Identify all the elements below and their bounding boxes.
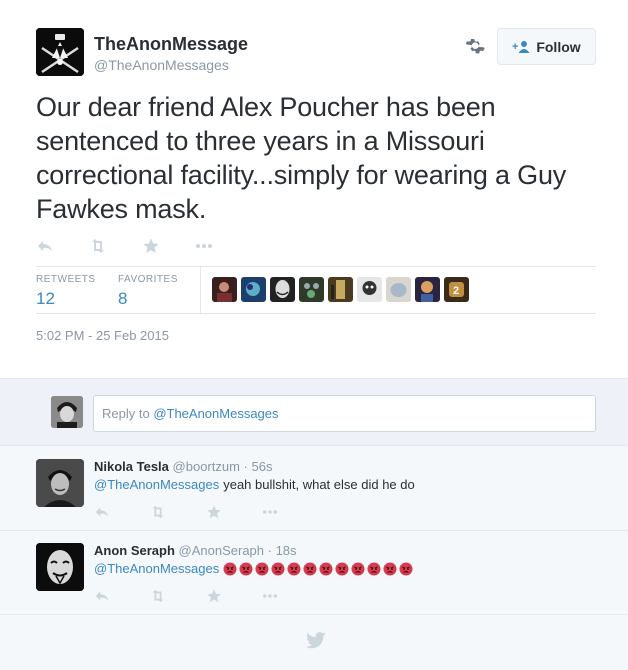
- favoriter-avatar[interactable]: [415, 277, 440, 302]
- reply-mention[interactable]: @TheAnonMessages: [94, 477, 219, 492]
- favoriter-avatar[interactable]: [270, 277, 295, 302]
- follow-button[interactable]: + Follow: [497, 28, 596, 65]
- retweet-icon[interactable]: [150, 504, 166, 520]
- reply-mention[interactable]: @TheAnonMessages: [94, 561, 219, 576]
- favoriter-avatar[interactable]: [357, 277, 382, 302]
- svg-text:+: +: [512, 41, 518, 53]
- reply-text: @TheAnonMessages: [94, 561, 413, 576]
- stats-top-divider: [36, 266, 596, 267]
- retweets-count[interactable]: 12: [36, 289, 96, 309]
- reply-header: Nikola Tesla @boortzum · 56s: [94, 459, 272, 474]
- reply-actions: [94, 504, 318, 520]
- main-tweet: TheAnonMessage @TheAnonMessages + Follow…: [0, 0, 628, 378]
- favorites-label: FAVORITES: [118, 274, 178, 285]
- reply-header: Anon Seraph @AnonSeraph · 18s: [94, 543, 297, 558]
- reply-author-handle[interactable]: @boortzum: [173, 459, 240, 474]
- favorites-count[interactable]: 8: [118, 289, 178, 309]
- stats-separator: [200, 267, 201, 313]
- retweet-icon[interactable]: [89, 237, 107, 255]
- favoriter-avatar[interactable]: [386, 277, 411, 302]
- reply-placeholder-prefix: Reply to: [102, 406, 154, 421]
- reply-item[interactable]: Nikola Tesla @boortzum · 56s @TheAnonMes…: [0, 447, 628, 531]
- favorites-stat[interactable]: FAVORITES 8: [118, 274, 178, 309]
- favoriter-avatar[interactable]: [299, 277, 324, 302]
- retweets-label: RETWEETS: [36, 274, 96, 285]
- angry-face-emoji: [239, 562, 253, 575]
- reply-icon[interactable]: [94, 504, 110, 520]
- reply-actions: [94, 588, 318, 604]
- angry-face-emoji: [399, 562, 413, 575]
- gear-icon[interactable]: [463, 34, 487, 58]
- angry-face-emoji: [351, 562, 365, 575]
- reply-body: yeah bullshit, what else did he do: [223, 477, 415, 492]
- angry-face-emoji: [223, 562, 237, 575]
- tweet-actions: [36, 236, 248, 256]
- angry-face-emoji: [255, 562, 269, 575]
- current-user-avatar: [51, 396, 83, 428]
- reply-placeholder-mention: @TheAnonMessages: [153, 406, 279, 421]
- angry-face-emoji: [383, 562, 397, 575]
- reply-author-name[interactable]: Anon Seraph: [94, 543, 175, 558]
- favoriter-avatar[interactable]: [241, 277, 266, 302]
- replies-section: Reply to @TheAnonMessages Nikola Tesla @…: [0, 378, 628, 670]
- retweet-icon[interactable]: [150, 588, 166, 604]
- favorite-star-icon[interactable]: [206, 588, 222, 604]
- reply-input[interactable]: Reply to @TheAnonMessages: [93, 395, 596, 432]
- author-name[interactable]: TheAnonMessage: [94, 34, 248, 55]
- follow-person-icon: +: [512, 40, 530, 53]
- favorite-star-icon[interactable]: [206, 504, 222, 520]
- reply-time[interactable]: · 18s: [268, 543, 297, 558]
- reply-composer: Reply to @TheAnonMessages: [0, 379, 628, 446]
- angry-face-emoji: [335, 562, 349, 575]
- reply-icon[interactable]: [94, 588, 110, 604]
- favoriter-avatar[interactable]: 2: [444, 277, 469, 302]
- reply-time[interactable]: · 56s: [244, 459, 273, 474]
- angry-face-emoji: [367, 562, 381, 575]
- reply-icon[interactable]: [36, 237, 54, 255]
- svg-text:2: 2: [453, 285, 459, 297]
- reply-author-handle[interactable]: @AnonSeraph: [179, 543, 264, 558]
- favorite-star-icon[interactable]: [142, 237, 160, 255]
- favoriter-avatar[interactable]: [212, 277, 237, 302]
- reply-author-name[interactable]: Nikola Tesla: [94, 459, 169, 474]
- stats-bottom-divider: [36, 313, 596, 314]
- author-handle[interactable]: @TheAnonMessages: [94, 57, 229, 73]
- follow-label: Follow: [536, 38, 581, 55]
- tweet-text: Our dear friend Alex Poucher has been se…: [36, 92, 567, 224]
- angry-face-emoji: [319, 562, 333, 575]
- reply-avatar[interactable]: [36, 459, 84, 507]
- favoriter-avatar[interactable]: [328, 277, 353, 302]
- twitter-bird-icon: [305, 632, 326, 649]
- more-icon[interactable]: [195, 237, 213, 255]
- tweet-timestamp[interactable]: 5:02 PM - 25 Feb 2015: [36, 328, 169, 343]
- angry-face-emoji: [303, 562, 317, 575]
- more-icon[interactable]: [262, 504, 278, 520]
- angry-face-emoji-row: [223, 562, 413, 576]
- angry-face-emoji: [287, 562, 301, 575]
- reply-item[interactable]: Anon Seraph @AnonSeraph · 18s @TheAnonMe…: [0, 531, 628, 615]
- author-avatar[interactable]: [36, 28, 84, 76]
- retweets-stat[interactable]: RETWEETS 12: [36, 274, 96, 309]
- reply-text: @TheAnonMessages yeah bullshit, what els…: [94, 477, 415, 492]
- favoriters-avatars: 2: [212, 277, 469, 302]
- reply-avatar[interactable]: [36, 543, 84, 591]
- more-icon[interactable]: [262, 588, 278, 604]
- angry-face-emoji: [271, 562, 285, 575]
